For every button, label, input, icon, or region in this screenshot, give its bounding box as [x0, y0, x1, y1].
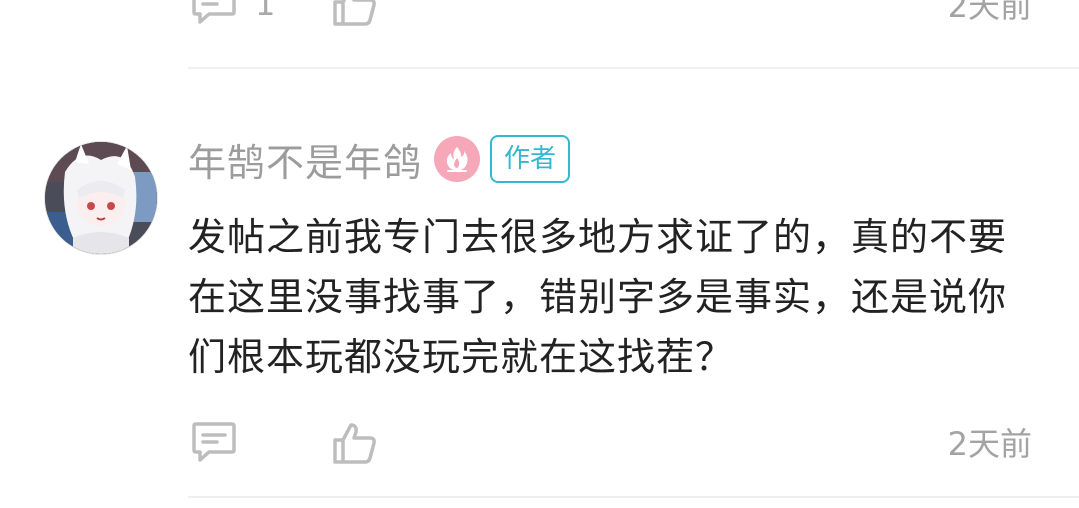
reply-button[interactable]: 1: [191, 0, 275, 26]
author-tag: 作者: [490, 135, 571, 183]
previous-comment-actions: 1 2天前: [0, 0, 1079, 34]
avatar-image: [45, 142, 157, 254]
like-button[interactable]: [332, 420, 378, 466]
comment-header: 年鹄不是年鸽 作者: [188, 132, 571, 187]
avatar[interactable]: [45, 142, 157, 254]
divider: [188, 67, 1079, 69]
divider: [188, 496, 1079, 498]
comment-icon: [192, 422, 236, 462]
comment-feed: 1 2天前 年鹄不是年鸽 作者 发帖之前我专门去很多地方求证了的，真的不要在这里…: [0, 0, 1079, 508]
thumbs-up-icon: [333, 0, 376, 26]
previous-comment-time: 2天前: [947, 0, 1032, 25]
reply-button[interactable]: [191, 420, 237, 464]
thumbs-up-icon: [333, 423, 376, 464]
fire-badge-icon: [434, 136, 481, 182]
comment-time: 2天前: [947, 425, 1032, 463]
comment-icon: [192, 0, 236, 24]
comment-actions: 2天前: [0, 412, 1079, 472]
comment-text: 发帖之前我专门去很多地方求证了的，真的不要在这里没事找事了，错别字多是事实，还是…: [188, 215, 1008, 379]
like-button[interactable]: [332, 0, 378, 28]
username[interactable]: 年鹄不是年鸽: [188, 132, 422, 187]
reply-count: 1: [255, 0, 276, 23]
